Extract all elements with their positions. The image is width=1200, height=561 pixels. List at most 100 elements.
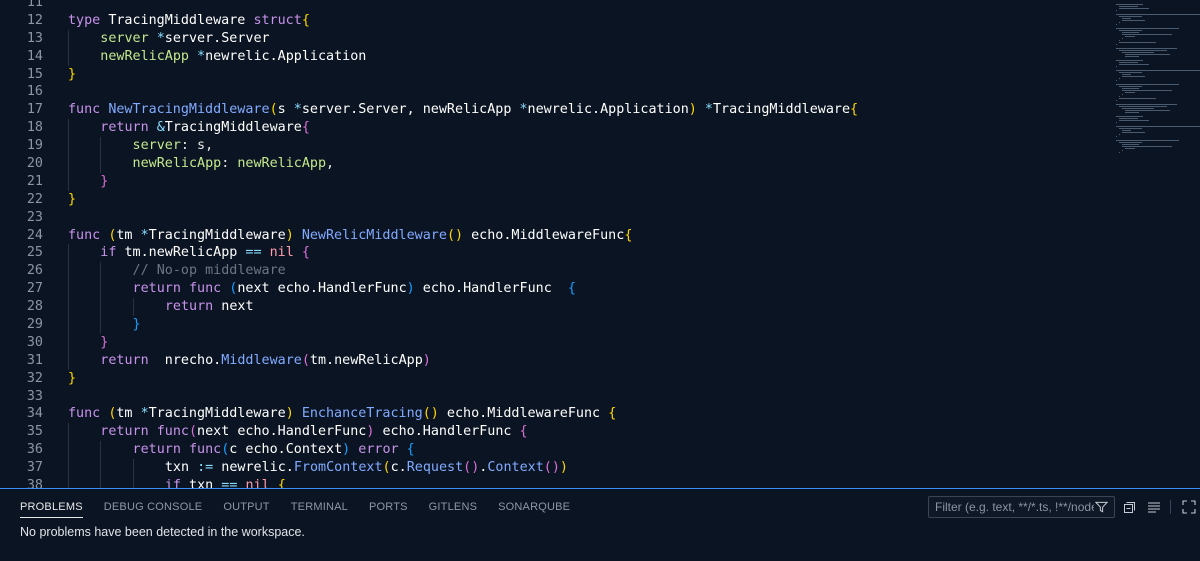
line-number: 16 (26, 84, 43, 100)
code-token: newrelic. (221, 460, 294, 476)
code-line[interactable]: 31 return nrecho.Middleware(tm.newRelicAp… (0, 351, 1110, 370)
code-line[interactable]: 26 // No-op middleware (0, 262, 1110, 281)
code-token: error (358, 442, 407, 458)
code-line[interactable]: 32} (0, 370, 1110, 388)
code-token: next (221, 299, 254, 315)
indent-guide (100, 477, 102, 488)
code-line[interactable]: 15} (0, 66, 1110, 84)
code-token: return func (100, 424, 189, 440)
minimap-line (1122, 32, 1140, 33)
tab-output[interactable]: OUTPUT (223, 501, 269, 518)
code-token: TracingMiddleware (712, 102, 851, 118)
code-token: { (301, 245, 310, 261)
minimap-line (1122, 38, 1123, 39)
code-line[interactable]: 37 txn := newrelic.FromContext(c.Request(… (0, 459, 1110, 478)
tab-debug-console[interactable]: DEBUG CONSOLE (104, 501, 203, 518)
line-number: 33 (26, 388, 43, 404)
code-token: { (567, 281, 576, 297)
code-token: NewTracingMiddleware (108, 102, 270, 118)
code-token: * (140, 406, 149, 422)
line-number: 28 (26, 299, 43, 315)
minimap-line (1122, 108, 1154, 109)
minimap-line (1122, 144, 1140, 145)
code-line[interactable]: 36 return func(c echo.Context) error { (0, 441, 1110, 460)
minimap-line (1119, 50, 1167, 51)
minimap[interactable] (1116, 0, 1200, 153)
code-line[interactable]: 28 return next (0, 298, 1110, 317)
minimap-line (1116, 4, 1143, 5)
tab-terminal[interactable]: TERMINAL (291, 501, 348, 518)
indent-guide (68, 47, 69, 66)
code-line[interactable]: 12 type TracingMiddleware struct{ (0, 12, 1110, 30)
maximize-panel-icon[interactable] (1181, 499, 1197, 515)
indent-guide (68, 333, 69, 352)
code-line[interactable]: 34 func (tm *TracingMiddleware) EnchanceT… (0, 405, 1110, 423)
code-token: newRelicApp (132, 156, 222, 172)
minimap-line (1122, 74, 1131, 75)
code-line[interactable]: 22} (0, 191, 1110, 209)
code-line[interactable]: 11 (0, 0, 1110, 12)
panel-tabs: PROBLEMS DEBUG CONSOLE OUTPUT TERMINAL P… (20, 501, 591, 518)
tab-gitlens[interactable]: GITLENS (429, 501, 477, 518)
tab-ports[interactable]: PORTS (369, 501, 408, 518)
minimap-line (1122, 150, 1123, 151)
filter-icon[interactable] (1095, 501, 1108, 513)
minimap-line (1119, 42, 1156, 43)
code-line[interactable]: 20 newRelicApp: newRelicApp, (0, 155, 1110, 173)
code-token: ) (559, 460, 568, 476)
minimap-line (1119, 78, 1120, 79)
code-line[interactable]: 35 return func(next echo.HandlerFunc) ech… (0, 423, 1110, 442)
code-line[interactable]: 24 func (tm *TracingMiddleware) NewRelicM… (0, 227, 1110, 245)
indent-guide (68, 298, 69, 317)
code-token: FromContext (293, 460, 383, 476)
line-number: 31 (26, 352, 43, 368)
code-token: next echo.HandlerFunc (237, 281, 407, 297)
code-line[interactable]: 29} (0, 316, 1110, 334)
code-line[interactable]: 17 func NewTracingMiddleware(s *server.Se… (0, 101, 1110, 119)
minimap-line (1116, 48, 1178, 49)
code-text: if tm.newRelicApp == nil { (100, 244, 310, 262)
code-text: txn := newrelic.FromContext(c.Request().… (165, 459, 568, 477)
problems-filter-input[interactable] (929, 497, 1094, 517)
code-token: { (850, 102, 859, 118)
minimap-line (1116, 104, 1178, 105)
code-token: Context (487, 460, 544, 476)
bottom-panel: PROBLEMS DEBUG CONSOLE OUTPUT TERMINAL P… (0, 488, 1200, 561)
code-line[interactable]: 21} (0, 172, 1110, 191)
view-as-list-icon[interactable] (1146, 499, 1162, 515)
code-token: ( (188, 424, 198, 440)
code-editor[interactable]: 11 12 type TracingMiddleware struct{13 serv… (0, 0, 1200, 488)
code-token: { (406, 442, 415, 458)
code-token: () (463, 460, 480, 476)
code-text: return func (next echo.HandlerFunc) echo… (133, 280, 576, 298)
line-number: 11 (26, 0, 43, 10)
code-line[interactable]: 19 server: s, (0, 137, 1110, 156)
code-token: , (326, 156, 335, 172)
minimap-line (1125, 56, 1139, 57)
indent-guide (68, 351, 69, 370)
code-line[interactable]: 33 (0, 388, 1110, 406)
line-number: 19 (26, 138, 43, 154)
line-number: 35 (26, 424, 43, 440)
code-line[interactable]: 27 return func (next echo.HandlerFunc) ec… (0, 280, 1110, 299)
collapse-all-icon[interactable] (1121, 499, 1137, 515)
minimap-line (1119, 142, 1143, 143)
tab-problems[interactable]: PROBLEMS (20, 501, 83, 518)
minimap-line (1119, 98, 1156, 99)
code-line[interactable]: 30} (0, 333, 1110, 352)
code-line[interactable]: 25 if tm.newRelicApp == nil { (0, 244, 1110, 263)
code-line[interactable]: 14 newRelicApp *newrelic.Application (0, 47, 1110, 66)
code-text: } (100, 173, 108, 191)
minimap-line (1119, 152, 1120, 153)
code-lines[interactable]: 11 12 type TracingMiddleware struct{13 serv… (0, 0, 1110, 488)
minimap-line (1116, 140, 1179, 141)
code-line[interactable]: 18 return &TracingMiddleware{ (0, 119, 1110, 138)
code-line[interactable]: 38 if txn == nil { (0, 477, 1110, 488)
code-line[interactable]: 23 (0, 209, 1110, 227)
code-line[interactable]: 13 server *server.Server (0, 29, 1110, 48)
code-token: } (68, 66, 77, 82)
code-token: tm.newRelicApp (124, 245, 246, 261)
code-line[interactable]: 16 (0, 83, 1110, 101)
minimap-line (1125, 148, 1135, 149)
tab-sonarqube[interactable]: SONARQUBE (498, 501, 570, 518)
